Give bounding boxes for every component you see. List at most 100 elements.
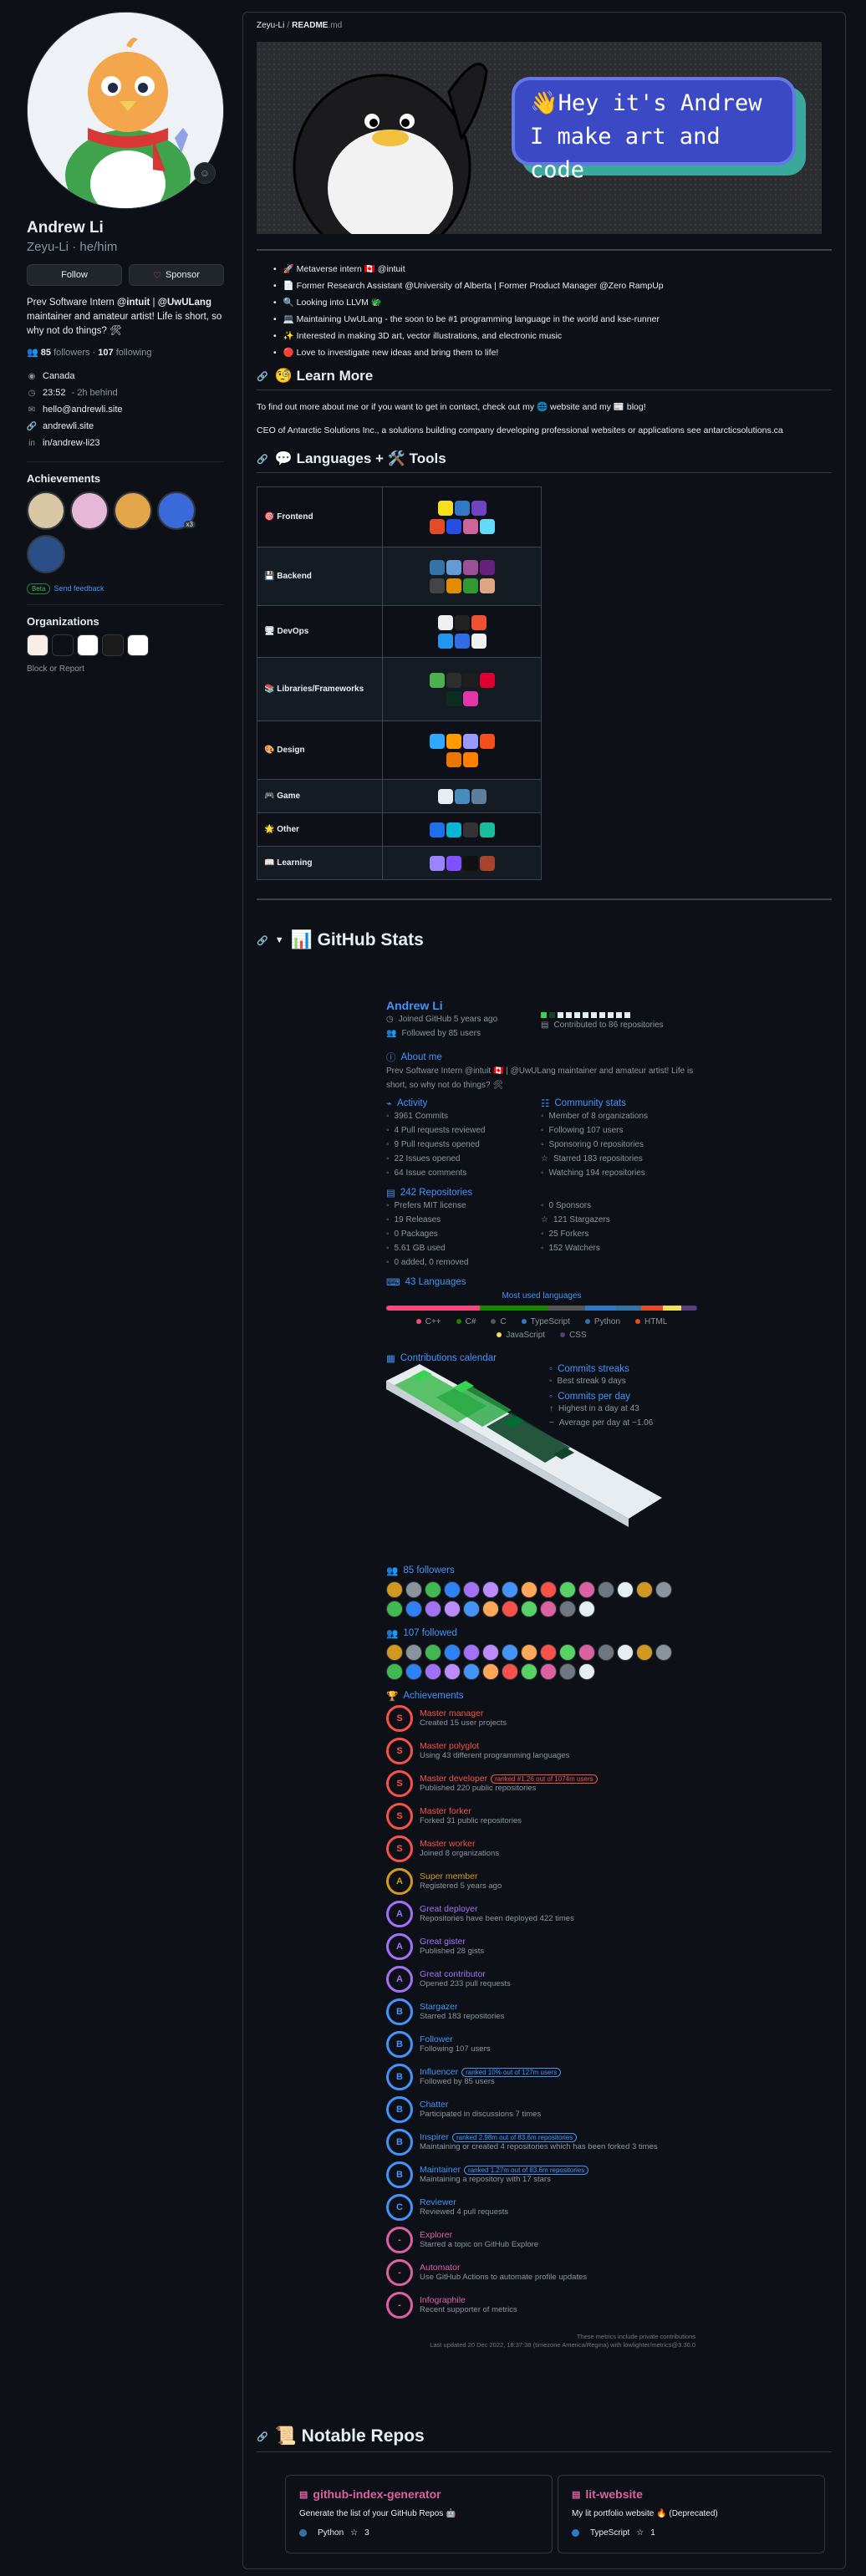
user-avatar[interactable] [444, 1601, 461, 1617]
user-avatar[interactable] [405, 1601, 422, 1617]
user-avatar[interactable] [463, 1663, 480, 1680]
followers-count[interactable]: 85 [41, 348, 51, 358]
email-link[interactable]: hello@andrewli.site [43, 405, 123, 415]
followers-link[interactable]: followers [53, 348, 89, 358]
block-report-link[interactable]: Block or Report [27, 664, 224, 674]
achievement-badge-icon[interactable] [70, 491, 109, 530]
website-link[interactable]: andrewli.site [43, 421, 94, 431]
sponsor-button[interactable]: ♡ Sponsor [129, 264, 224, 286]
user-avatar[interactable] [386, 1581, 403, 1598]
user-avatar[interactable] [540, 1663, 557, 1680]
achievement-badge-icon[interactable] [114, 491, 152, 530]
user-avatar[interactable] [444, 1581, 461, 1598]
user-avatar[interactable] [521, 1601, 537, 1617]
user-avatar[interactable] [540, 1581, 557, 1598]
breadcrumb-user[interactable]: Zeyu-Li [257, 21, 284, 30]
avatar[interactable] [27, 12, 224, 209]
achievement-desc: Participated in discussions 7 times [420, 2110, 542, 2119]
repo-name[interactable]: lit-website [585, 2487, 642, 2501]
repo-name[interactable]: github-index-generator [313, 2487, 441, 2501]
user-avatar[interactable] [540, 1601, 557, 1617]
anchor-link-icon[interactable]: 🔗 [257, 454, 268, 465]
user-avatar[interactable] [636, 1644, 653, 1661]
user-avatar[interactable] [405, 1663, 422, 1680]
user-avatar[interactable] [521, 1644, 537, 1661]
user-avatar[interactable] [502, 1601, 518, 1617]
following-link[interactable]: following [116, 348, 152, 358]
anchor-link-icon[interactable]: 🔗 [257, 2431, 268, 2442]
user-avatar[interactable] [482, 1601, 499, 1617]
pinned-repos: ▤ github-index-generator Generate the lis… [285, 2475, 825, 2553]
user-avatar[interactable] [482, 1581, 499, 1598]
collapse-caret-icon[interactable]: ▼ [275, 935, 284, 945]
follow-button[interactable]: Follow [27, 264, 122, 286]
user-avatar[interactable] [405, 1644, 422, 1661]
user-avatar[interactable] [578, 1663, 595, 1680]
people-icon: 👥 [386, 1029, 397, 1038]
user-avatar[interactable] [502, 1644, 518, 1661]
user-avatar[interactable] [598, 1644, 614, 1661]
user-avatar[interactable] [521, 1581, 537, 1598]
stat-text: 25 Forkers [548, 1229, 589, 1239]
achievement-rank-icon: A [386, 1932, 413, 1960]
heading-text: 💬 Languages + 🛠️ Tools [274, 451, 446, 466]
user-avatar[interactable] [425, 1581, 441, 1598]
bio-org-link[interactable]: @UwULang [158, 298, 211, 308]
user-avatar[interactable] [636, 1581, 653, 1598]
user-avatar[interactable] [578, 1601, 595, 1617]
user-avatar[interactable] [444, 1644, 461, 1661]
user-avatar[interactable] [502, 1581, 518, 1598]
user-avatar[interactable] [540, 1644, 557, 1661]
send-feedback-link[interactable]: Send feedback [53, 584, 104, 593]
user-avatar[interactable] [559, 1663, 576, 1680]
user-avatar[interactable] [502, 1663, 518, 1680]
org-avatar[interactable] [52, 634, 74, 656]
user-avatar[interactable] [617, 1581, 634, 1598]
user-avatar[interactable] [463, 1601, 480, 1617]
linkedin-link[interactable]: in/andrew-li23 [43, 438, 99, 448]
user-avatar[interactable] [578, 1644, 595, 1661]
user-avatar[interactable] [386, 1601, 403, 1617]
user-avatar[interactable] [425, 1644, 441, 1661]
org-avatar[interactable] [77, 634, 99, 656]
user-avatar[interactable] [559, 1601, 576, 1617]
table-row: 🎨 Design [257, 720, 542, 780]
org-avatar[interactable] [27, 634, 48, 656]
user-avatar[interactable] [386, 1663, 403, 1680]
org-avatar[interactable] [127, 634, 149, 656]
status-emoji-icon[interactable]: ☺ [194, 162, 216, 184]
achievement-badge-icon[interactable]: x3 [157, 491, 196, 530]
user-avatar[interactable] [425, 1601, 441, 1617]
repo-card[interactable]: ▤ lit-website My lit portfolio website 🔥 … [558, 2475, 825, 2553]
stats-heading[interactable]: 🔗 ▼ 📊 GitHub Stats [257, 930, 832, 955]
user-avatar[interactable] [405, 1581, 422, 1598]
achievement-badge-icon[interactable] [27, 535, 65, 573]
table-row: 📚 Libraries/Frameworks [257, 657, 542, 721]
org-avatar[interactable] [102, 634, 124, 656]
profile-sidebar: ☺ Andrew Li Zeyu-Li · he/him Follow ♡ Spo… [27, 12, 224, 674]
user-avatar[interactable] [655, 1644, 672, 1661]
repo-card[interactable]: ▤ github-index-generator Generate the lis… [285, 2475, 553, 2553]
user-avatar[interactable] [598, 1581, 614, 1598]
user-avatar[interactable] [521, 1663, 537, 1680]
user-avatar[interactable] [655, 1581, 672, 1598]
following-count[interactable]: 107 [98, 348, 113, 358]
user-avatar[interactable] [425, 1663, 441, 1680]
user-avatar[interactable] [578, 1581, 595, 1598]
achievements-title[interactable]: Achievements [27, 472, 224, 485]
user-avatar[interactable] [463, 1581, 480, 1598]
user-avatar[interactable] [386, 1644, 403, 1661]
user-avatar[interactable] [444, 1663, 461, 1680]
profile-username: Zeyu-Li · he/him [27, 240, 118, 254]
user-avatar[interactable] [559, 1581, 576, 1598]
bio-org-link[interactable]: @intuit [117, 298, 150, 308]
user-avatar[interactable] [463, 1644, 480, 1661]
anchor-link-icon[interactable]: 🔗 [257, 935, 268, 946]
user-avatar[interactable] [482, 1663, 499, 1680]
user-avatar[interactable] [617, 1644, 634, 1661]
achievement-badge-icon[interactable] [27, 491, 65, 530]
user-avatar[interactable] [559, 1644, 576, 1661]
sign-face: 👋Hey it's Andrew I make art and code [512, 77, 796, 183]
anchor-link-icon[interactable]: 🔗 [257, 371, 268, 382]
user-avatar[interactable] [482, 1644, 499, 1661]
